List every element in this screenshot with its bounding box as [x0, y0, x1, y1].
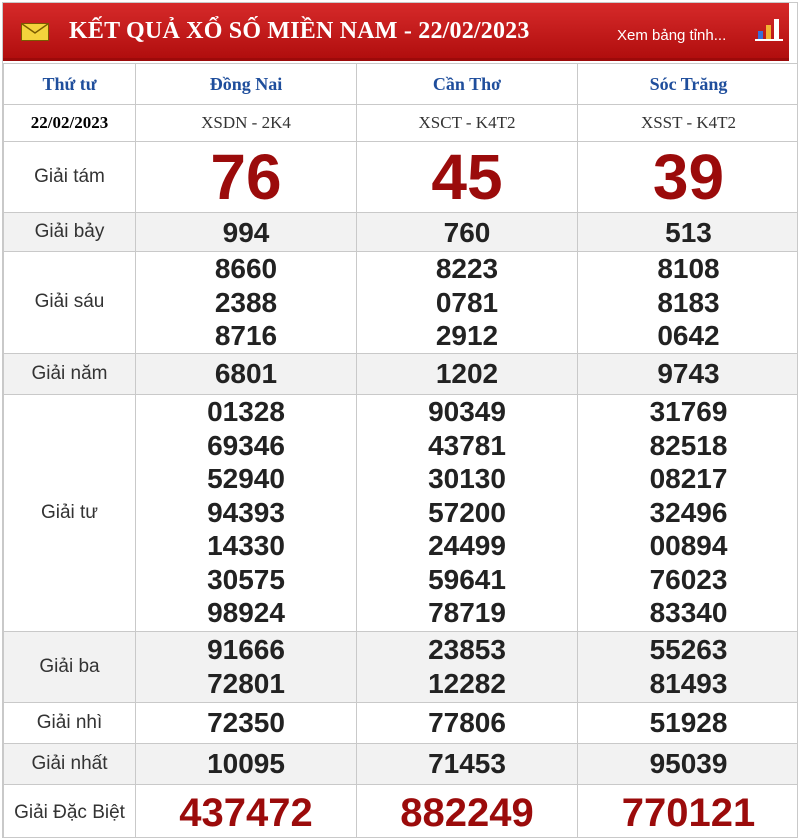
prize-cell: 90349 43781 30130 57200 24499 59641 7871… [356, 393, 578, 632]
draw-code: XSCT - K4T2 [356, 104, 578, 142]
day-label: Thứ tư [3, 63, 136, 105]
prize-row-special: Giải Đặc Biệt 437472 882249 770121 [3, 783, 797, 837]
page-title: KẾT QUẢ XỔ SỐ MIỀN NAM - 22/02/2023 [69, 18, 530, 44]
province-name[interactable]: Sóc Trăng [577, 63, 797, 105]
bar-chart-icon[interactable] [755, 17, 783, 41]
prize-number: 30575 [207, 563, 285, 595]
prize-row-g6: Giải sáu 8660 2388 8716 8223 0781 2912 8… [3, 251, 797, 354]
prize-label: Giải bảy [3, 212, 136, 252]
prize-number: 2388 [214, 286, 278, 318]
prize-number: 72350 [135, 701, 357, 744]
prize-cell: 55263 81493 [577, 630, 797, 703]
prize-number: 2912 [435, 320, 499, 351]
prize-number: 52940 [207, 463, 285, 495]
view-province-table-link[interactable]: Xem bảng tỉnh... [617, 27, 726, 44]
prize-number: 71453 [356, 742, 578, 785]
province-header-row: Thứ tư Đồng Nai Cần Thơ Sóc Trăng [3, 63, 797, 105]
prize-number: 10095 [135, 742, 357, 785]
prize-cell: 8660 2388 8716 [135, 251, 357, 354]
province-name[interactable]: Cần Thơ [356, 63, 578, 105]
prize-cell: 8108 8183 0642 [577, 251, 797, 354]
draw-code-row: 22/02/2023 XSDN - 2K4 XSCT - K4T2 XSST -… [3, 104, 797, 142]
prize-row-g4: Giải tư 01328 69346 52940 94393 14330 30… [3, 393, 797, 632]
prize-number: 00894 [649, 530, 728, 562]
results-panel: KẾT QUẢ XỔ SỐ MIỀN NAM - 22/02/2023 Xem … [2, 2, 798, 838]
prize-number: 32496 [649, 496, 728, 528]
prize-cell: 31769 82518 08217 32496 00894 76023 8334… [577, 393, 797, 632]
prize-number: 30130 [428, 463, 506, 495]
prize-label: Giải nhất [3, 742, 136, 785]
prize-label: Giải nhì [3, 701, 136, 744]
prize-number: 76023 [649, 563, 728, 595]
prize-number: 77806 [356, 701, 578, 744]
prize-row-g8: Giải tám 76 45 39 [3, 141, 797, 213]
prize-number: 14330 [207, 530, 285, 562]
prize-number: 51928 [577, 701, 797, 744]
prize-row-g2: Giải nhì 72350 77806 51928 [3, 701, 797, 744]
results-header: KẾT QUẢ XỔ SỐ MIỀN NAM - 22/02/2023 Xem … [3, 3, 797, 61]
prize-number: 91666 [207, 634, 285, 665]
special-prize-number: 437472 [135, 783, 357, 837]
special-prize-number: 882249 [356, 783, 578, 837]
prize-label: Giải Đặc Biệt [3, 783, 136, 837]
header-edge [789, 3, 797, 61]
lottery-results-table: Thứ tư Đồng Nai Cần Thơ Sóc Trăng 22/02/… [3, 63, 797, 837]
prize-number: 0642 [657, 320, 720, 351]
prize-number: 6801 [135, 352, 357, 395]
prize-number: 45 [356, 141, 578, 213]
prize-row-g5: Giải năm 6801 1202 9743 [3, 352, 797, 395]
prize-number: 94393 [207, 496, 285, 528]
prize-number: 59641 [428, 563, 506, 595]
prize-number: 9743 [577, 352, 797, 395]
prize-number: 12282 [428, 667, 506, 699]
envelope-icon [21, 23, 49, 41]
prize-number: 24499 [428, 530, 506, 562]
draw-code: XSDN - 2K4 [135, 104, 357, 142]
prize-number: 43781 [428, 429, 506, 461]
draw-code: XSST - K4T2 [577, 104, 797, 142]
prize-number: 39 [577, 141, 797, 213]
prize-number: 23853 [428, 634, 506, 665]
prize-number: 8108 [657, 253, 720, 284]
prize-number: 90349 [428, 396, 506, 428]
prize-number: 95039 [577, 742, 797, 785]
prize-number: 8716 [214, 320, 278, 351]
prize-number: 55263 [649, 634, 728, 665]
prize-number: 98924 [207, 597, 285, 629]
prize-number: 69346 [207, 429, 285, 461]
prize-number: 31769 [649, 396, 728, 428]
prize-number: 78719 [428, 597, 506, 629]
prize-number: 08217 [649, 463, 728, 495]
prize-number: 76 [135, 141, 357, 213]
prize-number: 57200 [428, 496, 506, 528]
prize-number: 0781 [435, 286, 499, 318]
prize-label: Giải tám [3, 141, 136, 213]
prize-cell: 8223 0781 2912 [356, 251, 578, 354]
province-name[interactable]: Đồng Nai [135, 63, 357, 105]
prize-row-g7: Giải bảy 994 760 513 [3, 212, 797, 252]
prize-number: 82518 [649, 429, 728, 461]
prize-number: 83340 [649, 597, 728, 629]
prize-number: 994 [135, 212, 357, 252]
prize-row-g3: Giải ba 91666 72801 23853 12282 55263 81… [3, 630, 797, 703]
prize-label: Giải sáu [3, 251, 136, 354]
prize-cell: 01328 69346 52940 94393 14330 30575 9892… [135, 393, 357, 632]
prize-label: Giải tư [3, 393, 136, 632]
prize-cell: 23853 12282 [356, 630, 578, 703]
prize-cell: 91666 72801 [135, 630, 357, 703]
prize-number: 72801 [207, 667, 285, 699]
prize-number: 760 [356, 212, 578, 252]
prize-number: 01328 [207, 396, 285, 428]
prize-label: Giải năm [3, 352, 136, 395]
prize-label: Giải ba [3, 630, 136, 703]
prize-row-g1: Giải nhất 10095 71453 95039 [3, 742, 797, 785]
prize-number: 8183 [657, 286, 720, 318]
prize-number: 8223 [435, 253, 499, 284]
draw-date: 22/02/2023 [3, 104, 136, 142]
prize-number: 513 [577, 212, 797, 252]
prize-number: 8660 [214, 253, 278, 284]
special-prize-number: 770121 [577, 783, 797, 837]
prize-number: 1202 [356, 352, 578, 395]
prize-number: 81493 [649, 667, 728, 699]
